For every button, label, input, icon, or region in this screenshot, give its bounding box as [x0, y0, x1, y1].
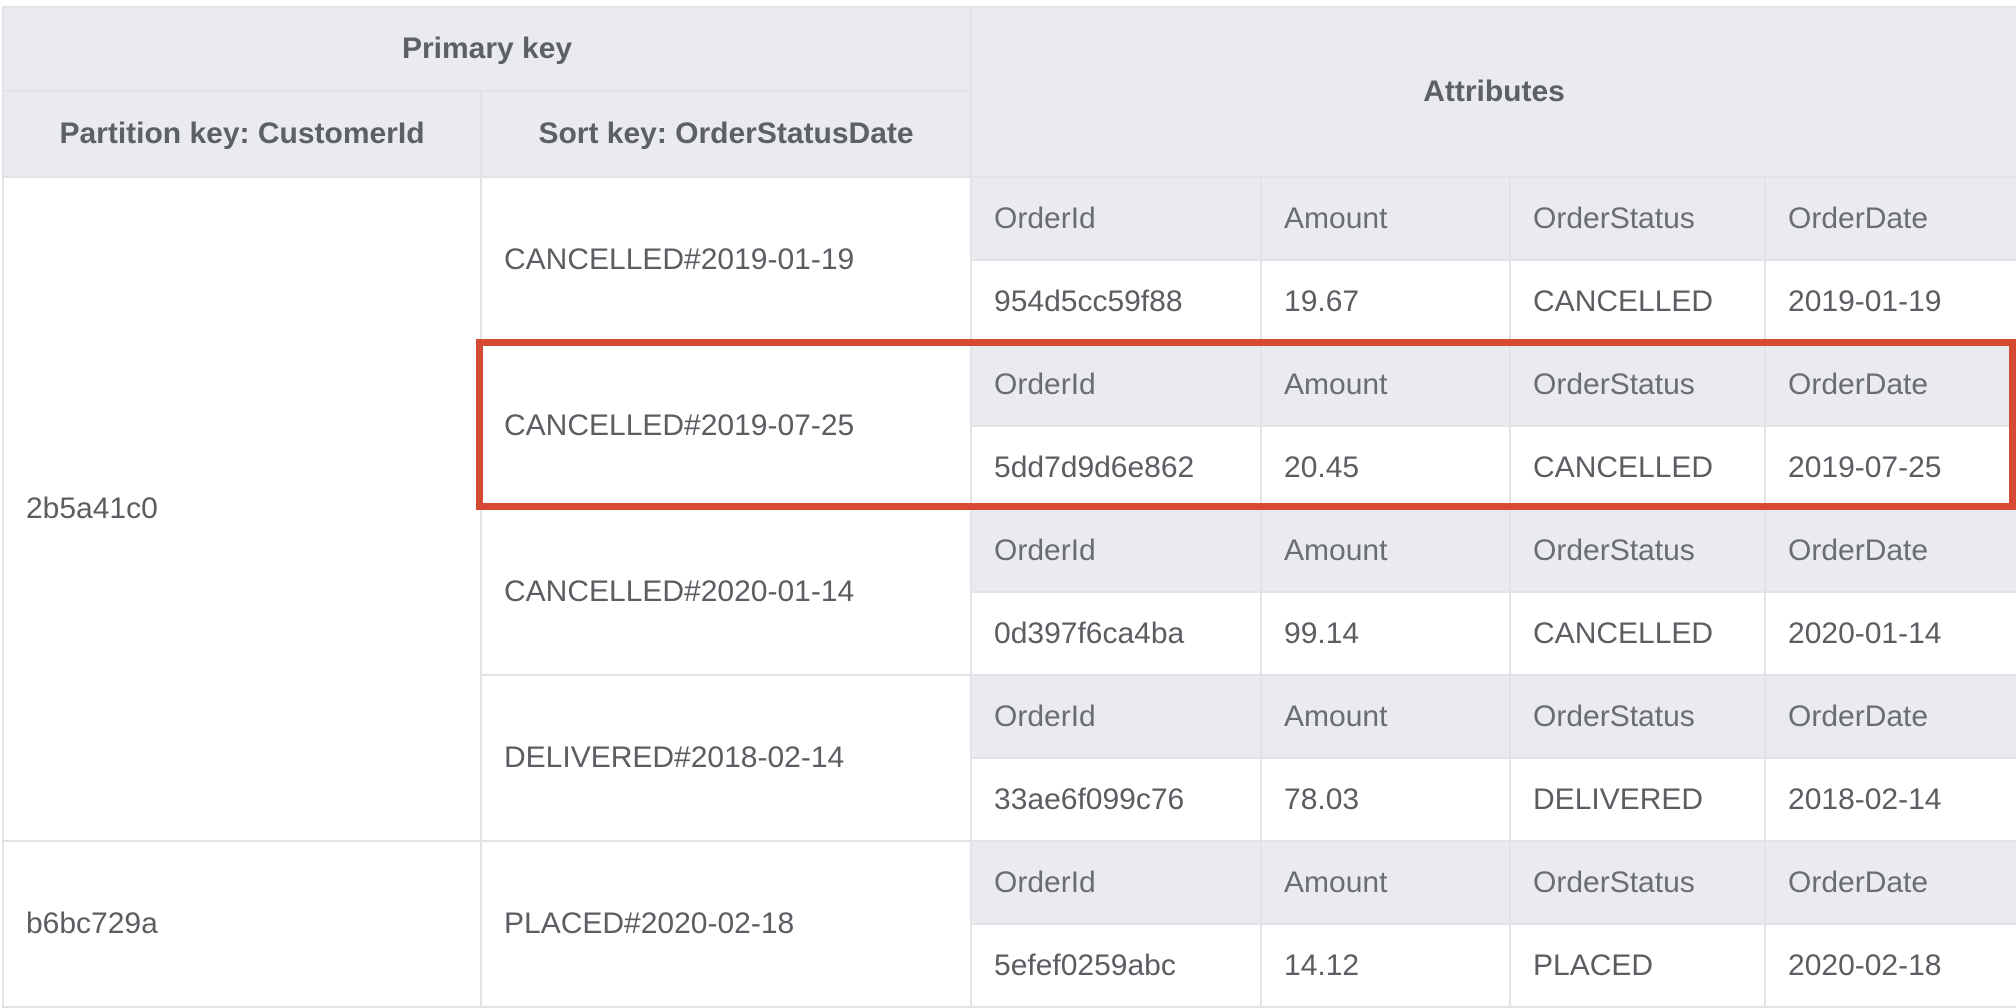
- sort-key-cell: DELIVERED#2018-02-14: [479, 674, 973, 842]
- attribute-value-cell: CANCELLED: [1509, 591, 1767, 676]
- attribute-name-cell: Amount: [1260, 176, 1512, 261]
- attribute-name-cell: OrderStatus: [1509, 342, 1767, 427]
- attribute-value-cell: 5dd7d9d6e862: [970, 425, 1263, 510]
- attribute-value-cell: 14.12: [1260, 923, 1512, 1008]
- attribute-value-cell: 954d5cc59f88: [970, 259, 1263, 344]
- attribute-value-cell: 99.14: [1260, 591, 1512, 676]
- attribute-value-cell: DELIVERED: [1509, 757, 1767, 842]
- sort-key-cell: CANCELLED#2020-01-14: [479, 508, 973, 676]
- table-body: 2b5a41c0 CANCELLED#2019-01-19 OrderId Amoun…: [2, 176, 2016, 1008]
- partition-key-cell: b6bc729a: [2, 840, 482, 1008]
- attribute-name-cell: OrderDate: [1764, 342, 2016, 427]
- partition-key-header: Partition key: CustomerId: [2, 90, 482, 178]
- attribute-value-cell: 2020-02-18: [1764, 923, 2016, 1008]
- attribute-name-cell: OrderId: [970, 840, 1263, 925]
- attribute-value-cell: CANCELLED: [1509, 425, 1767, 510]
- sort-key-cell: PLACED#2020-02-18: [479, 840, 973, 1008]
- sort-key-cell: CANCELLED#2019-07-25: [479, 342, 973, 510]
- attribute-value-cell: 5efef0259abc: [970, 923, 1263, 1008]
- attribute-name-cell: OrderStatus: [1509, 674, 1767, 759]
- attribute-value-cell: 0d397f6ca4ba: [970, 591, 1263, 676]
- attribute-value-cell: PLACED: [1509, 923, 1767, 1008]
- attribute-value-cell: 2019-07-25: [1764, 425, 2016, 510]
- attribute-value-cell: 33ae6f099c76: [970, 757, 1263, 842]
- attribute-name-cell: Amount: [1260, 342, 1512, 427]
- attribute-name-cell: Amount: [1260, 674, 1512, 759]
- attribute-value-cell: 2018-02-14: [1764, 757, 2016, 842]
- partition-key-cell: 2b5a41c0: [2, 176, 482, 842]
- attribute-name-cell: OrderId: [970, 508, 1263, 593]
- attribute-value-cell: 2020-01-14: [1764, 591, 2016, 676]
- attribute-name-cell: OrderDate: [1764, 176, 2016, 261]
- sort-key-cell: CANCELLED#2019-01-19: [479, 176, 973, 344]
- attribute-name-cell: OrderId: [970, 176, 1263, 261]
- attributes-header: Attributes: [970, 6, 2016, 178]
- attribute-value-cell: 2019-01-19: [1764, 259, 2016, 344]
- attribute-value-cell: 78.03: [1260, 757, 1512, 842]
- dynamodb-table: Primary key Attributes Partition key: Cu…: [1, 6, 2016, 1008]
- attribute-name-cell: OrderDate: [1764, 840, 2016, 925]
- attribute-name-cell: OrderStatus: [1509, 840, 1767, 925]
- attribute-name-cell: OrderId: [970, 674, 1263, 759]
- table-row: b6bc729a PLACED#2020-02-18 OrderId Amount Or…: [2, 840, 2016, 1008]
- sort-key-header: Sort key: OrderStatusDate: [479, 90, 973, 178]
- attribute-name-cell: Amount: [1260, 508, 1512, 593]
- attribute-value-cell: 20.45: [1260, 425, 1512, 510]
- attribute-name-cell: Amount: [1260, 840, 1512, 925]
- attribute-name-cell: OrderId: [970, 342, 1263, 427]
- attribute-value-cell: CANCELLED: [1509, 259, 1767, 344]
- primary-key-header: Primary key: [1, 6, 973, 92]
- attribute-name-cell: OrderStatus: [1509, 508, 1767, 593]
- table-row: 2b5a41c0 CANCELLED#2019-01-19 OrderId Amoun…: [2, 176, 2016, 842]
- attribute-name-cell: OrderDate: [1764, 508, 2016, 593]
- attribute-value-cell: 19.67: [1260, 259, 1512, 344]
- attribute-name-cell: OrderDate: [1764, 674, 2016, 759]
- attribute-name-cell: OrderStatus: [1509, 176, 1767, 261]
